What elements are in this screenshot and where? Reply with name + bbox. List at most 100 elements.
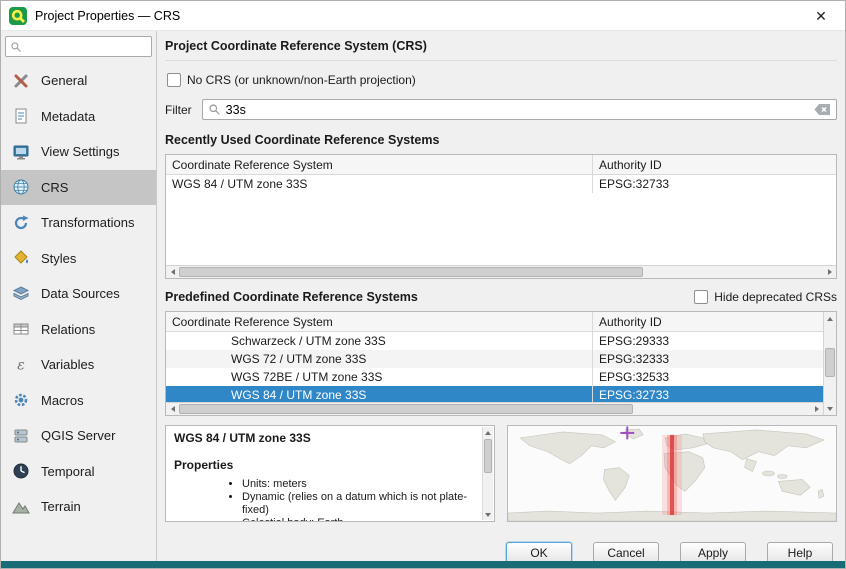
no-crs-checkbox-row: No CRS (or unknown/non-Earth projection) [167, 73, 837, 87]
search-icon [208, 103, 221, 116]
scroll-right-icon[interactable] [823, 266, 836, 279]
styles-icon [11, 248, 31, 268]
details-vscrollbar[interactable] [482, 427, 493, 520]
filter-row: Filter [165, 99, 837, 120]
svg-text:ε: ε [17, 357, 25, 373]
authority-id-cell: EPSG:32533 [593, 368, 823, 386]
hscroll-thumb[interactable] [179, 404, 633, 414]
sidebar-item-qgis-server[interactable]: QGIS Server [1, 418, 156, 454]
view-settings-icon [11, 142, 31, 162]
scroll-down-icon[interactable] [483, 509, 494, 520]
sidebar-item-transformations[interactable]: Transformations [1, 205, 156, 241]
column-header-crs[interactable]: Coordinate Reference System [166, 155, 593, 174]
crs-globe-icon [11, 177, 31, 197]
world-map-preview [508, 426, 836, 521]
recent-table-hscrollbar[interactable] [166, 265, 836, 278]
sidebar-item-temporal[interactable]: Temporal [1, 454, 156, 490]
sidebar-item-data-sources[interactable]: Data Sources [1, 276, 156, 312]
table-row[interactable]: WGS 84 / UTM zone 33S EPSG:32733 [166, 175, 836, 193]
vscroll-thumb[interactable] [484, 439, 492, 473]
sidebar-item-crs[interactable]: CRS [1, 170, 156, 206]
recent-table-header: Coordinate Reference System Authority ID [166, 155, 836, 175]
qgis-logo-icon [9, 7, 27, 25]
predefined-table-hscrollbar[interactable] [166, 402, 823, 415]
table-row[interactable]: Schwarzeck / UTM zone 33S EPSG:29333 [166, 332, 823, 350]
scroll-down-icon[interactable] [824, 402, 837, 415]
column-header-authority-id[interactable]: Authority ID [593, 312, 823, 331]
authority-id-cell: EPSG:32733 [593, 175, 836, 193]
crs-name-cell: WGS 84 / UTM zone 33S [166, 386, 593, 402]
sidebar-item-label: View Settings [41, 144, 120, 159]
sidebar-item-styles[interactable]: Styles [1, 241, 156, 277]
scroll-up-icon[interactable] [824, 312, 837, 325]
table-row[interactable]: WGS 72 / UTM zone 33S EPSG:32333 [166, 350, 823, 368]
cancel-button[interactable]: Cancel [593, 542, 659, 563]
vscroll-track[interactable] [824, 325, 836, 402]
authority-id-cell: EPSG:29333 [593, 332, 823, 350]
close-icon[interactable]: ✕ [807, 1, 835, 31]
window-title: Project Properties — CRS [35, 9, 180, 23]
sidebar-item-label: Metadata [41, 109, 95, 124]
column-header-crs[interactable]: Coordinate Reference System [166, 312, 593, 331]
table-row-selected[interactable]: WGS 84 / UTM zone 33S EPSG:32733 [166, 386, 823, 402]
sidebar-item-relations[interactable]: Relations [1, 312, 156, 348]
macros-icon [11, 390, 31, 410]
hscroll-thumb[interactable] [179, 267, 643, 277]
crs-settings-panel: Project Coordinate Reference System (CRS… [157, 31, 845, 563]
recent-crs-section-title: Recently Used Coordinate Reference Syste… [165, 133, 837, 147]
sidebar-item-metadata[interactable]: Metadata [1, 99, 156, 135]
metadata-icon [11, 106, 31, 126]
sidebar-item-label: Styles [41, 251, 76, 266]
predefined-table-header: Coordinate Reference System Authority ID [166, 312, 823, 332]
general-icon [11, 71, 31, 91]
no-crs-checkbox[interactable] [167, 73, 181, 87]
crs-name-cell: Schwarzeck / UTM zone 33S [166, 332, 593, 350]
sidebar-item-terrain[interactable]: Terrain [1, 489, 156, 525]
dialog-button-box: OK Cancel Apply Help [165, 542, 837, 563]
predefined-crs-section-title: Predefined Coordinate Reference Systems [165, 290, 418, 304]
hide-deprecated-checkbox[interactable] [694, 290, 708, 304]
scroll-left-icon[interactable] [166, 403, 179, 416]
sidebar-item-label: CRS [41, 180, 68, 195]
clear-filter-icon[interactable] [814, 103, 831, 116]
sidebar-search-input[interactable] [26, 40, 147, 54]
sidebar-item-label: Temporal [41, 464, 94, 479]
scroll-up-icon[interactable] [483, 427, 494, 438]
apply-button[interactable]: Apply [680, 542, 746, 563]
recent-table-body: WGS 84 / UTM zone 33S EPSG:32733 [166, 175, 836, 265]
hscroll-track[interactable] [179, 266, 823, 278]
hscroll-track[interactable] [179, 403, 810, 415]
table-row[interactable]: WGS 72BE / UTM zone 33S EPSG:32533 [166, 368, 823, 386]
data-sources-icon [11, 284, 31, 304]
vscroll-thumb[interactable] [825, 348, 835, 377]
help-button[interactable]: Help [767, 542, 833, 563]
crs-property-item: Celestial body: Earth [242, 517, 478, 522]
column-header-authority-id[interactable]: Authority ID [593, 155, 836, 174]
utm-zone-highlight-overlay [662, 435, 682, 515]
sidebar-item-macros[interactable]: Macros [1, 383, 156, 419]
crs-properties-heading: Properties [174, 458, 478, 472]
sidebar-item-variables[interactable]: ε Variables [1, 347, 156, 383]
hide-deprecated-row: Hide deprecated CRSs [694, 290, 837, 304]
sidebar-item-label: Transformations [41, 215, 134, 230]
sidebar-item-label: Variables [41, 357, 94, 372]
vscroll-track[interactable] [483, 438, 493, 509]
crs-name-cell: WGS 84 / UTM zone 33S [166, 175, 593, 193]
search-icon [10, 41, 22, 53]
ok-button[interactable]: OK [506, 542, 572, 563]
predefined-table-body: Schwarzeck / UTM zone 33S EPSG:29333 WGS… [166, 332, 823, 402]
sidebar-search-box[interactable] [5, 36, 152, 57]
filter-input-box[interactable] [202, 99, 837, 120]
crs-property-item: Dynamic (relies on a datum which is not … [242, 491, 478, 517]
filter-input[interactable] [226, 103, 809, 117]
predefined-crs-table: Coordinate Reference System Authority ID… [165, 311, 837, 416]
scroll-left-icon[interactable] [166, 266, 179, 279]
sidebar-item-general[interactable]: General [1, 63, 156, 99]
predefined-table-vscrollbar[interactable] [823, 312, 836, 415]
crs-property-item: Units: meters [242, 478, 478, 491]
statusbar-strip [1, 561, 845, 568]
scroll-right-icon[interactable] [810, 403, 823, 416]
sidebar-item-view-settings[interactable]: View Settings [1, 134, 156, 170]
variables-icon: ε [11, 355, 31, 375]
qgis-server-icon [11, 426, 31, 446]
